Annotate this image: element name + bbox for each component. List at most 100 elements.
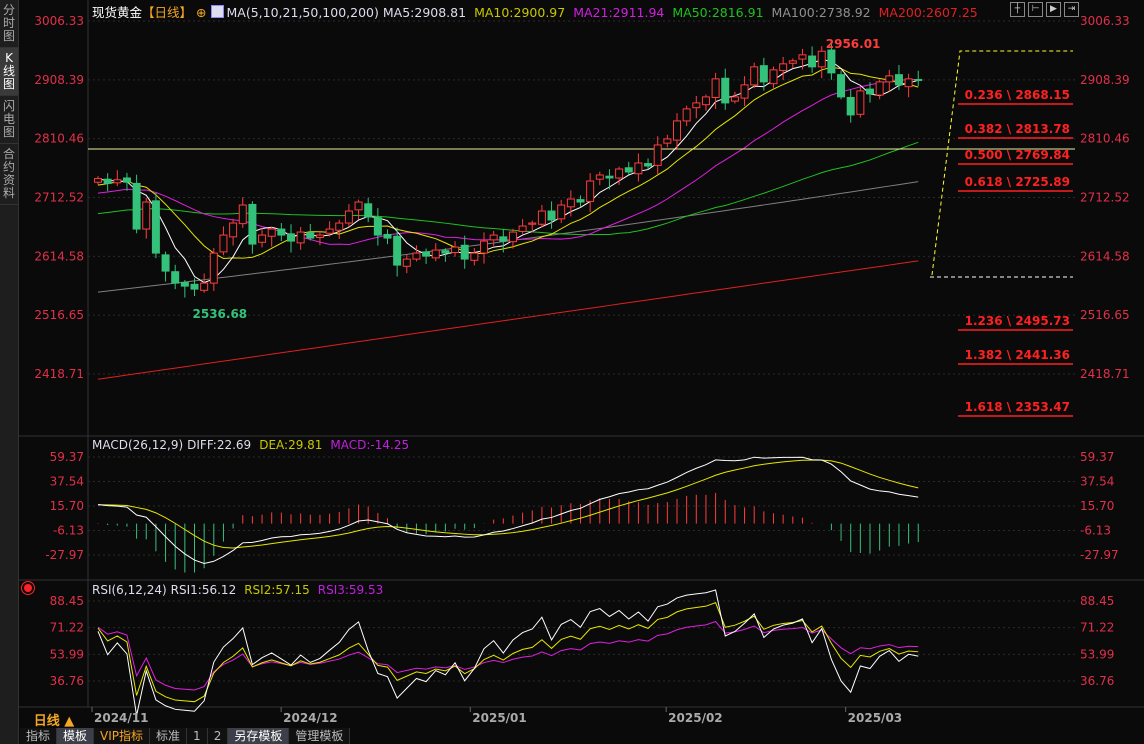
candle-up	[875, 81, 884, 96]
price-axis-label: 2908.39	[1080, 73, 1130, 87]
bottom-tab-3[interactable]: 标准	[150, 728, 188, 744]
price-axis-label: 3006.33	[34, 14, 84, 28]
rsi-axis-label: 71.22	[50, 621, 84, 635]
rsi-axis-label: 36.76	[1080, 674, 1114, 688]
candle-up	[750, 66, 759, 86]
kline-chart[interactable]: 3006.33 3006.33 2908.39 2908.39 2810.46 2810.…	[0, 0, 1144, 744]
crosshair-toggle-icon[interactable]: ⊕	[196, 5, 206, 20]
candle-up	[489, 234, 498, 241]
candle-up	[113, 179, 122, 184]
candle-up	[663, 138, 672, 144]
candle-up	[238, 204, 247, 225]
candle-down	[287, 233, 295, 242]
candle-up	[267, 228, 276, 237]
bottom-tab-6[interactable]: 另存模板	[228, 728, 290, 744]
candle-up	[470, 252, 479, 261]
zoom-left-icon[interactable]: ⊢	[1028, 2, 1043, 17]
candle-down	[605, 175, 614, 179]
candle-down	[846, 96, 855, 116]
candle-up	[258, 234, 267, 243]
macd-diff: DIFF:22.69	[187, 438, 252, 452]
candle-up	[615, 168, 624, 179]
macd-title: MACD(26,12,9)	[92, 438, 184, 452]
fib-level-label: 0.618 \ 2725.89	[965, 175, 1070, 189]
candle-down	[808, 55, 817, 68]
candle-up	[904, 78, 913, 88]
period-selector[interactable]: 日线 ▲	[20, 710, 88, 729]
ma5-value: MA5:2908.81	[382, 5, 467, 20]
candle-up	[769, 69, 778, 85]
macd-axis-label: -6.13	[1080, 523, 1111, 537]
candle-up	[219, 234, 228, 253]
candle-up	[653, 144, 662, 166]
bottom-tab-1[interactable]: 模板	[57, 728, 95, 744]
tab-flash-chart[interactable]: 闪电图	[0, 96, 18, 144]
macd-header: MACD(26,12,9) DIFF:22.69 DEA:29.81 MACD:-14…	[92, 438, 417, 452]
fib-level-label: 1.618 \ 2353.47	[965, 400, 1070, 414]
candle-up	[200, 282, 209, 291]
candle-up	[779, 63, 788, 71]
price-axis-label: 2810.46	[34, 132, 84, 146]
high-price-annotation: 2956.01	[826, 37, 881, 51]
candle-up	[586, 180, 595, 202]
candle-down	[837, 74, 846, 98]
symbol-name: 现货黄金	[92, 5, 143, 20]
chart-header: 现货黄金【日线】 ⊕ MA(5,10,21,50,100,200) MA5:2908.…	[92, 2, 986, 21]
candle-down	[151, 200, 160, 254]
date-label: 2025/02	[668, 711, 723, 725]
candle-up	[566, 198, 575, 208]
bottom-tab-2[interactable]: VIP指标	[94, 728, 151, 744]
bottom-tab-4[interactable]: 1	[187, 728, 208, 744]
play-icon[interactable]: ▶	[1046, 2, 1061, 17]
candle-up	[229, 222, 238, 238]
fib-level-label: 1.382 \ 2441.36	[965, 348, 1070, 362]
indicator-icon[interactable]	[210, 5, 224, 18]
candle-down	[547, 210, 556, 221]
macd-axis-label: 37.54	[50, 474, 84, 488]
candle-up	[209, 252, 218, 284]
candle-up	[94, 178, 102, 183]
ma100-value: MA100:2738.92	[771, 5, 871, 20]
price-axis-label: 2712.52	[1080, 191, 1130, 205]
candle-up	[856, 90, 865, 115]
candle-up	[885, 75, 894, 83]
candle-up	[557, 204, 566, 220]
candle-up	[711, 78, 720, 98]
macd-axis-label: 59.37	[50, 450, 84, 464]
chart-background	[18, 0, 1144, 744]
macd-axis-label: 37.54	[1080, 474, 1114, 488]
tab-time-chart[interactable]: 分时图	[0, 0, 18, 48]
bottom-tab-0[interactable]: 指标	[20, 728, 58, 744]
crosshair-icon[interactable]: ┼	[1010, 2, 1025, 17]
fib-level-label: 1.236 \ 2495.73	[965, 314, 1070, 328]
candle-down	[171, 271, 180, 284]
rsi-axis-label: 36.76	[50, 674, 84, 688]
ma50-value: MA50:2816.91	[672, 5, 764, 20]
rsi-settings-icon[interactable]	[24, 584, 32, 592]
candle-up	[701, 96, 710, 106]
candle-down	[190, 283, 199, 290]
candle-up	[431, 249, 440, 259]
rsi-axis-label: 71.22	[1080, 621, 1114, 635]
scroll-end-icon[interactable]: ⇥	[1064, 2, 1079, 17]
rsi-axis-label: 53.99	[1080, 647, 1114, 661]
candle-up	[451, 246, 460, 253]
date-label: 2024/11	[94, 711, 149, 725]
ma10-value: MA10:2900.97	[474, 5, 566, 20]
tab-kline-chart[interactable]: K线图	[0, 48, 18, 96]
candle-down	[364, 203, 373, 218]
rsi-axis-label: 88.45	[50, 594, 84, 608]
candle-down	[373, 217, 382, 236]
period-label: 【日线】	[142, 5, 193, 20]
candle-down	[122, 177, 131, 183]
price-axis-label: 2516.65	[1080, 308, 1130, 322]
candle-down	[460, 244, 469, 260]
bottom-tab-7[interactable]: 管理模板	[289, 728, 351, 744]
rsi3-value: RSI3:59.53	[317, 583, 384, 597]
candle-up	[788, 60, 797, 64]
view-sidebar: 分时图 K线图 闪电图 合约资料	[0, 0, 19, 744]
bottom-tab-5[interactable]: 2	[208, 728, 229, 744]
candle-down	[180, 282, 189, 287]
candle-down	[624, 167, 633, 173]
tab-contract-info[interactable]: 合约资料	[0, 144, 18, 205]
